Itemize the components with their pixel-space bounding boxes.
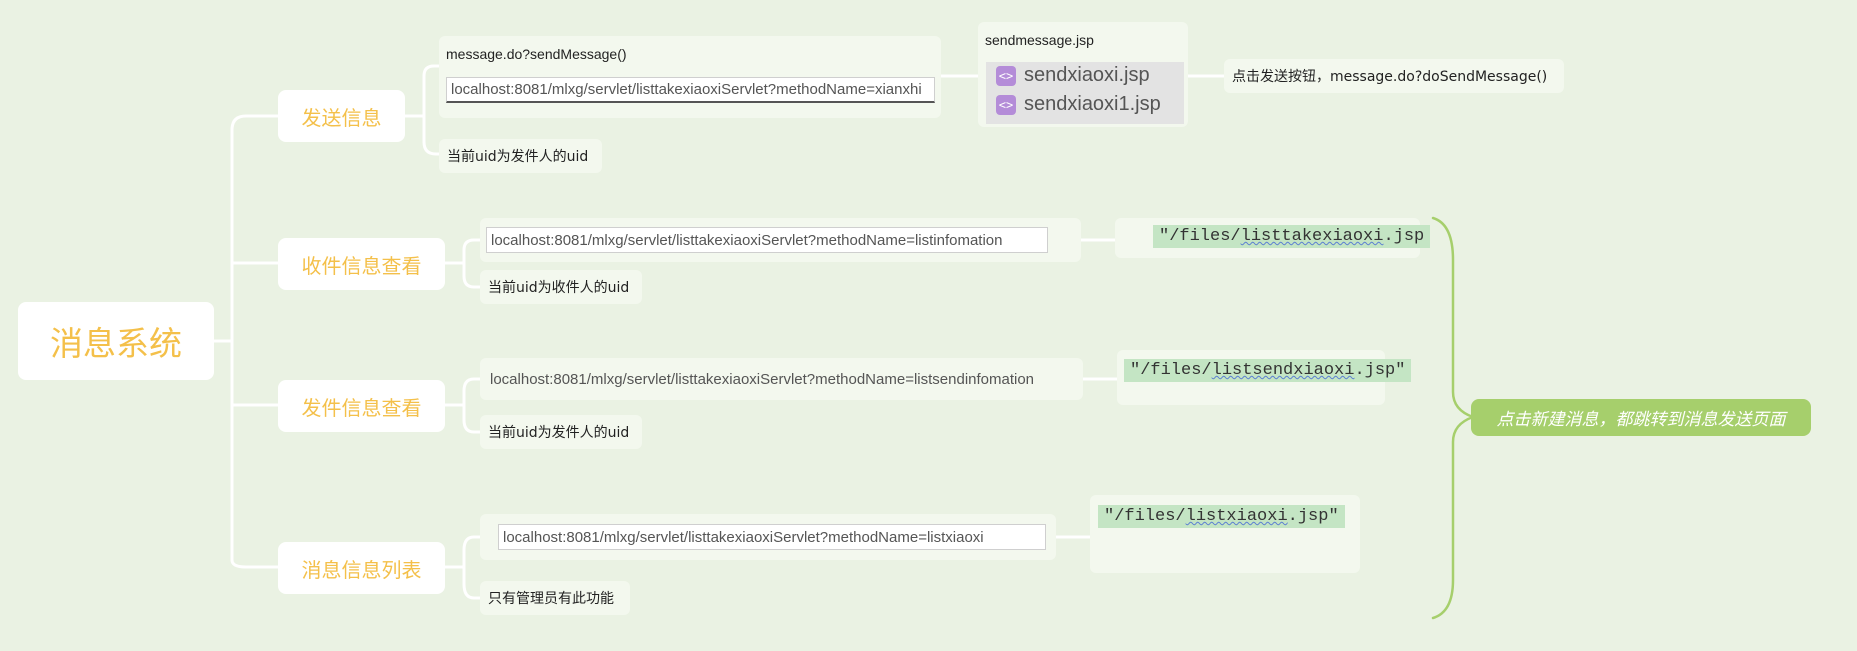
list-url-panel: localhost:8081/mlxg/servlet/listtakexiao… [480, 514, 1056, 560]
root-topic[interactable]: 消息系统 [18, 302, 214, 380]
branch-label: 收件信息查看 [301, 253, 422, 278]
code-snippet: "/files/listxiaoxi.jsp" [1098, 505, 1345, 528]
url-screenshot: localhost:8081/mlxg/servlet/listtakexiao… [486, 366, 1050, 392]
send-endpoint-panel: message.do?sendMessage() localhost:8081/… [439, 36, 941, 118]
summary-label: 点击新建消息，都跳转到消息发送页面 [1496, 410, 1786, 430]
sender-uid-note: 当前uid为发件人的uid [439, 139, 602, 173]
branch-label: 发件信息查看 [301, 395, 422, 420]
branch-inbox-view[interactable]: 收件信息查看 [278, 238, 445, 290]
list-code-panel: "/files/listxiaoxi.jsp" [1090, 495, 1360, 573]
file-list: <> sendxiaoxi.jsp <> sendxiaoxi1.jsp [986, 62, 1184, 124]
receiver-uid-note: 当前uid为收件人的uid [480, 270, 642, 304]
branch-label: 消息信息列表 [301, 557, 422, 582]
root-topic-label: 消息系统 [50, 324, 182, 363]
code-file-icon: <> [996, 94, 1016, 115]
endpoint-caption: message.do?sendMessage() [446, 46, 627, 62]
branch-send-message[interactable]: 发送信息 [278, 90, 405, 142]
admin-only-note: 只有管理员有此功能 [480, 581, 630, 615]
code-snippet: "/files/listsendxiaoxi.jsp" [1124, 359, 1412, 382]
file-item[interactable]: <> sendxiaoxi1.jsp [996, 93, 1161, 116]
sent-code-panel: "/files/listsendxiaoxi.jsp" [1117, 350, 1412, 405]
file-item[interactable]: <> sendxiaoxi.jsp [996, 64, 1150, 87]
url-screenshot: localhost:8081/mlxg/servlet/listtakexiao… [486, 227, 1048, 253]
url-screenshot: localhost:8081/mlxg/servlet/listtakexiao… [498, 524, 1046, 550]
page-caption: sendmessage.jsp [985, 32, 1094, 48]
inbox-code-panel: "/files/listtakexiaoxi.jsp [1115, 218, 1431, 258]
code-file-icon: <> [996, 65, 1016, 86]
code-snippet: "/files/listtakexiaoxi.jsp [1153, 225, 1431, 248]
sent-url-panel: localhost:8081/mlxg/servlet/listtakexiao… [480, 358, 1083, 400]
url-screenshot: localhost:8081/mlxg/servlet/listtakexiao… [446, 77, 935, 103]
summary-topic[interactable]: 点击新建消息，都跳转到消息发送页面 [1471, 399, 1811, 436]
sender-uid-note: 当前uid为发件人的uid [480, 415, 642, 449]
branch-message-list[interactable]: 消息信息列表 [278, 542, 445, 594]
send-action-note: 点击发送按钮，message.do?doSendMessage() [1224, 59, 1564, 93]
branch-label: 发送信息 [301, 105, 382, 130]
summary-brace [1431, 216, 1477, 620]
inbox-url-panel: localhost:8081/mlxg/servlet/listtakexiao… [480, 218, 1081, 262]
branch-sent-view[interactable]: 发件信息查看 [278, 380, 445, 432]
send-page-panel: sendmessage.jsp <> sendxiaoxi.jsp <> sen… [978, 22, 1188, 127]
